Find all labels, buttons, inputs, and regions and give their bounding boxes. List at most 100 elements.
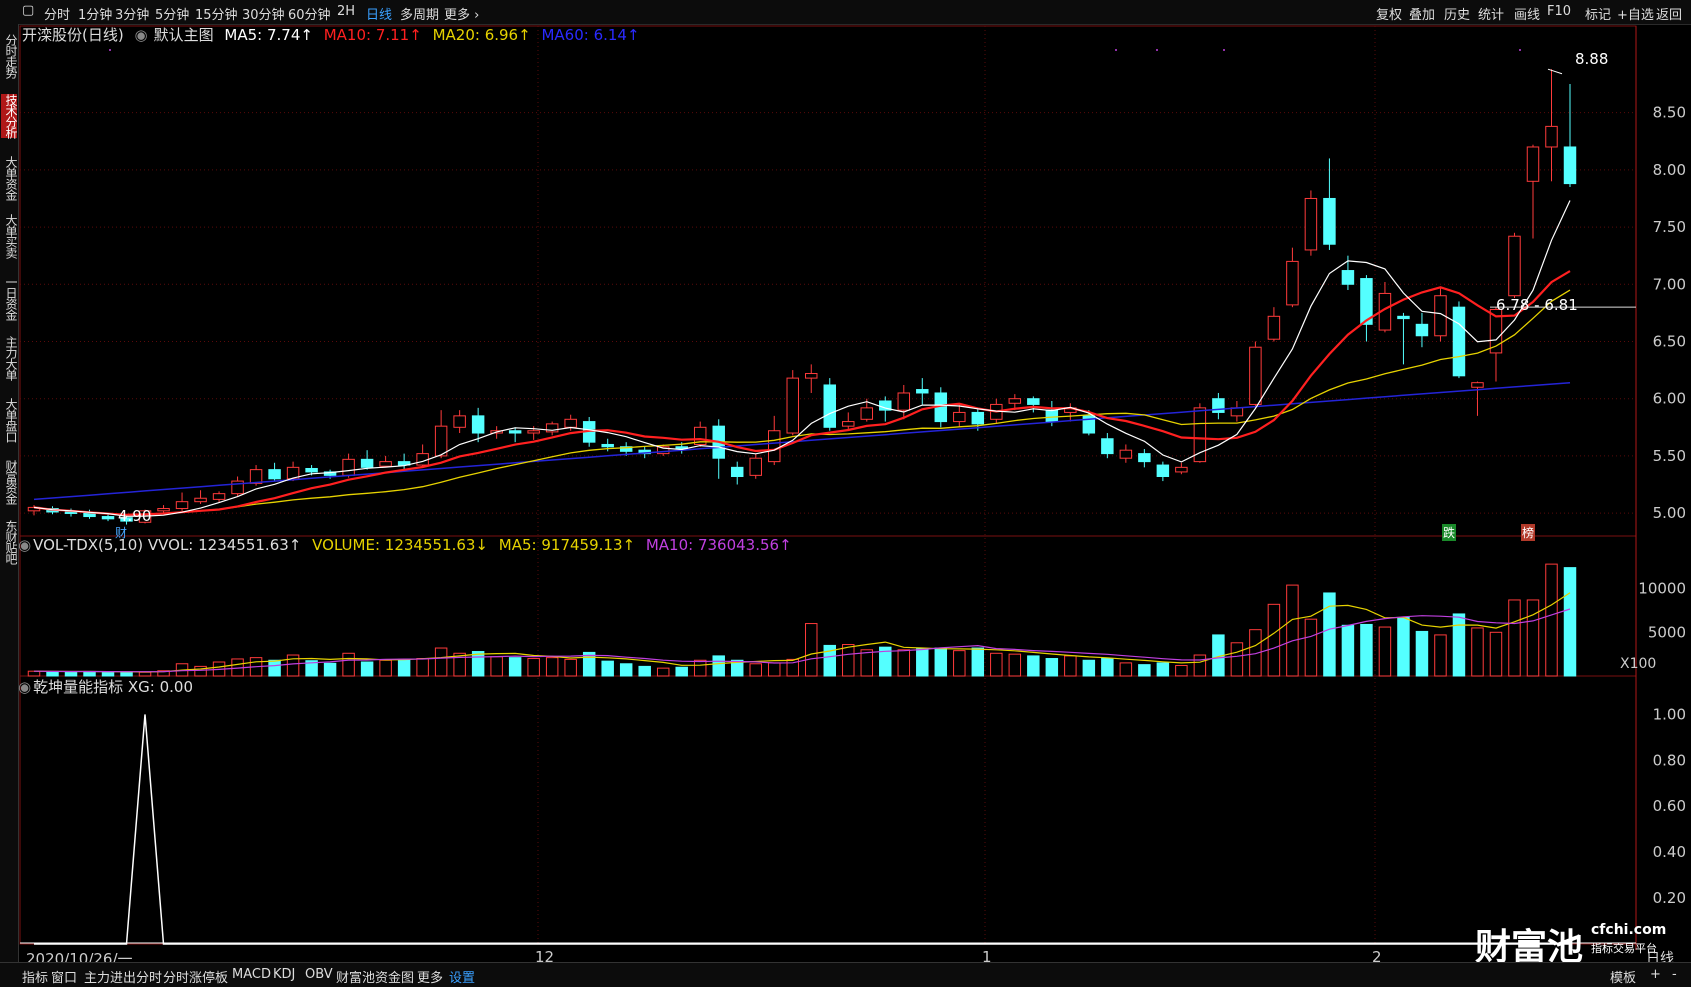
bottom-right-1[interactable]: +: [1650, 967, 1661, 982]
candle-up: [953, 411, 966, 423]
candle-down: [1101, 438, 1114, 455]
volume-bar-down: [397, 658, 411, 677]
volume-bar-down: [508, 657, 522, 677]
candle-up: [860, 407, 874, 420]
bottom-tab-5[interactable]: KDJ: [273, 967, 295, 982]
volume-bar-down: [916, 648, 929, 677]
collapse-icon[interactable]: ◉: [135, 26, 148, 44]
volume-bar-up: [1545, 563, 1558, 677]
candle-down: [101, 516, 115, 520]
bottom-right-0[interactable]: 模板: [1610, 967, 1636, 986]
candle-up: [842, 421, 855, 427]
bottom-right-2[interactable]: -: [1672, 967, 1677, 982]
candle-up: [786, 377, 799, 434]
candle-up: [1471, 382, 1484, 388]
stock-name: 开滦股份(日线): [22, 26, 124, 44]
range-label: 6.78 - 6.81: [1496, 296, 1578, 314]
bottom-tab-0[interactable]: 指标: [22, 967, 48, 986]
vol-tick-0: 5000: [1648, 623, 1686, 641]
candle-down: [1452, 306, 1466, 377]
volume-bar-down: [1341, 624, 1355, 677]
volume-bar-down: [601, 660, 614, 677]
candle-down: [305, 467, 318, 473]
ma10-value: MA10: 7.11↑: [323, 26, 422, 44]
volume-bar-down: [1563, 567, 1577, 677]
volume-bar-up: [1489, 631, 1503, 677]
vol-ma10-line: [33, 608, 1571, 673]
vol-ma5: MA5: 917459.13↑: [498, 536, 636, 554]
candle-up: [1175, 466, 1188, 473]
bottom-tab-1[interactable]: 窗口: [51, 967, 77, 986]
chart-canvas: 5.00 5.50 6.00 6.50 7.00 7.50 8.00 8.50 5000 1000…: [19, 25, 1686, 950]
bottom-tab-8[interactable]: 更多: [417, 967, 443, 986]
indicator-title: 乾坤量能指标 XG: 0.00: [33, 678, 193, 696]
marker-bang[interactable]: 榜: [1521, 524, 1536, 541]
vol-volume: VOLUME: 1234551.63↓: [312, 536, 489, 554]
volume-bar-down: [1360, 623, 1373, 677]
price-tick-3: 6.50: [1653, 332, 1686, 350]
collapse-icon[interactable]: ◉: [18, 536, 31, 554]
volume-bar-down: [1397, 616, 1410, 677]
candle-up: [212, 493, 226, 500]
volume-bar-up: [564, 658, 577, 677]
bottom-tab-4[interactable]: MACD: [232, 967, 271, 982]
collapse-icon[interactable]: ◉: [18, 678, 31, 696]
candle-up: [1526, 146, 1540, 182]
candle-up: [1304, 197, 1318, 251]
candle-up: [379, 461, 392, 467]
price-tick-1: 5.50: [1653, 447, 1686, 465]
volume-bar-up: [1008, 653, 1022, 677]
marker-die[interactable]: 跌: [1442, 524, 1457, 541]
volume-bar-up: [194, 665, 207, 677]
volume-bar-up: [1230, 642, 1244, 677]
indicator-line: [34, 714, 1570, 945]
volume-bar-up: [860, 649, 874, 677]
bottom-tab-3[interactable]: 分时涨停板: [163, 967, 228, 986]
candle-up: [453, 415, 466, 428]
ind-tick-1: 0.40: [1653, 843, 1686, 861]
candle-up: [1008, 398, 1022, 404]
candle-up: [175, 501, 189, 510]
volume-bar-down: [638, 665, 651, 677]
volume-bar-down: [268, 659, 281, 677]
candle-down: [508, 430, 522, 434]
volume-bar-up: [693, 659, 707, 677]
volume-bar-down: [1082, 659, 1096, 677]
indicator-legend: ◉ 乾坤量能指标 XG: 0.00: [18, 676, 199, 697]
candle-up: [805, 373, 818, 379]
vol-tick-1: 10000: [1638, 580, 1686, 598]
ind-tick-4: 1.00: [1653, 705, 1686, 723]
volume-bar-up: [897, 649, 911, 677]
volume-bar-up: [1193, 654, 1207, 677]
volume-bar-up: [434, 647, 448, 677]
volume-bar-up: [990, 652, 1003, 677]
ma10-line: [33, 270, 1571, 516]
bottom-tab-2[interactable]: 主力进出分时: [84, 967, 162, 986]
candle-up: [768, 430, 781, 463]
main-chart-name[interactable]: 默认主图: [154, 26, 214, 44]
volume-bar-down: [1101, 658, 1114, 677]
candle-up: [1119, 449, 1133, 459]
price-tick-0: 5.00: [1653, 504, 1686, 522]
low-price-label: 4.90: [118, 507, 152, 525]
ma5-line: [33, 200, 1571, 517]
candle-up: [1545, 125, 1558, 148]
candle-down: [1138, 453, 1151, 463]
volume-bar-up: [1119, 662, 1133, 677]
volume-bar-down: [471, 651, 485, 677]
candle-up: [1508, 235, 1521, 297]
volume-bar-up: [1526, 599, 1540, 677]
volume-bar-up: [1508, 599, 1521, 677]
bottom-tab-9[interactable]: 设置: [449, 967, 475, 986]
bottom-tab-6[interactable]: OBV: [305, 967, 333, 982]
volume-bar-up: [1267, 603, 1281, 677]
bottom-tab-7[interactable]: 财富池资金图: [336, 967, 414, 986]
candle-down: [823, 384, 836, 428]
high-marker: [1547, 68, 1563, 75]
volume-bar-up: [1175, 665, 1188, 677]
candle-down: [471, 415, 485, 434]
marker-cai[interactable]: 财: [115, 524, 127, 541]
volume-bar-down: [1415, 630, 1429, 677]
ind-tick-2: 0.60: [1653, 797, 1686, 815]
event-dot-2: [1156, 49, 1158, 51]
